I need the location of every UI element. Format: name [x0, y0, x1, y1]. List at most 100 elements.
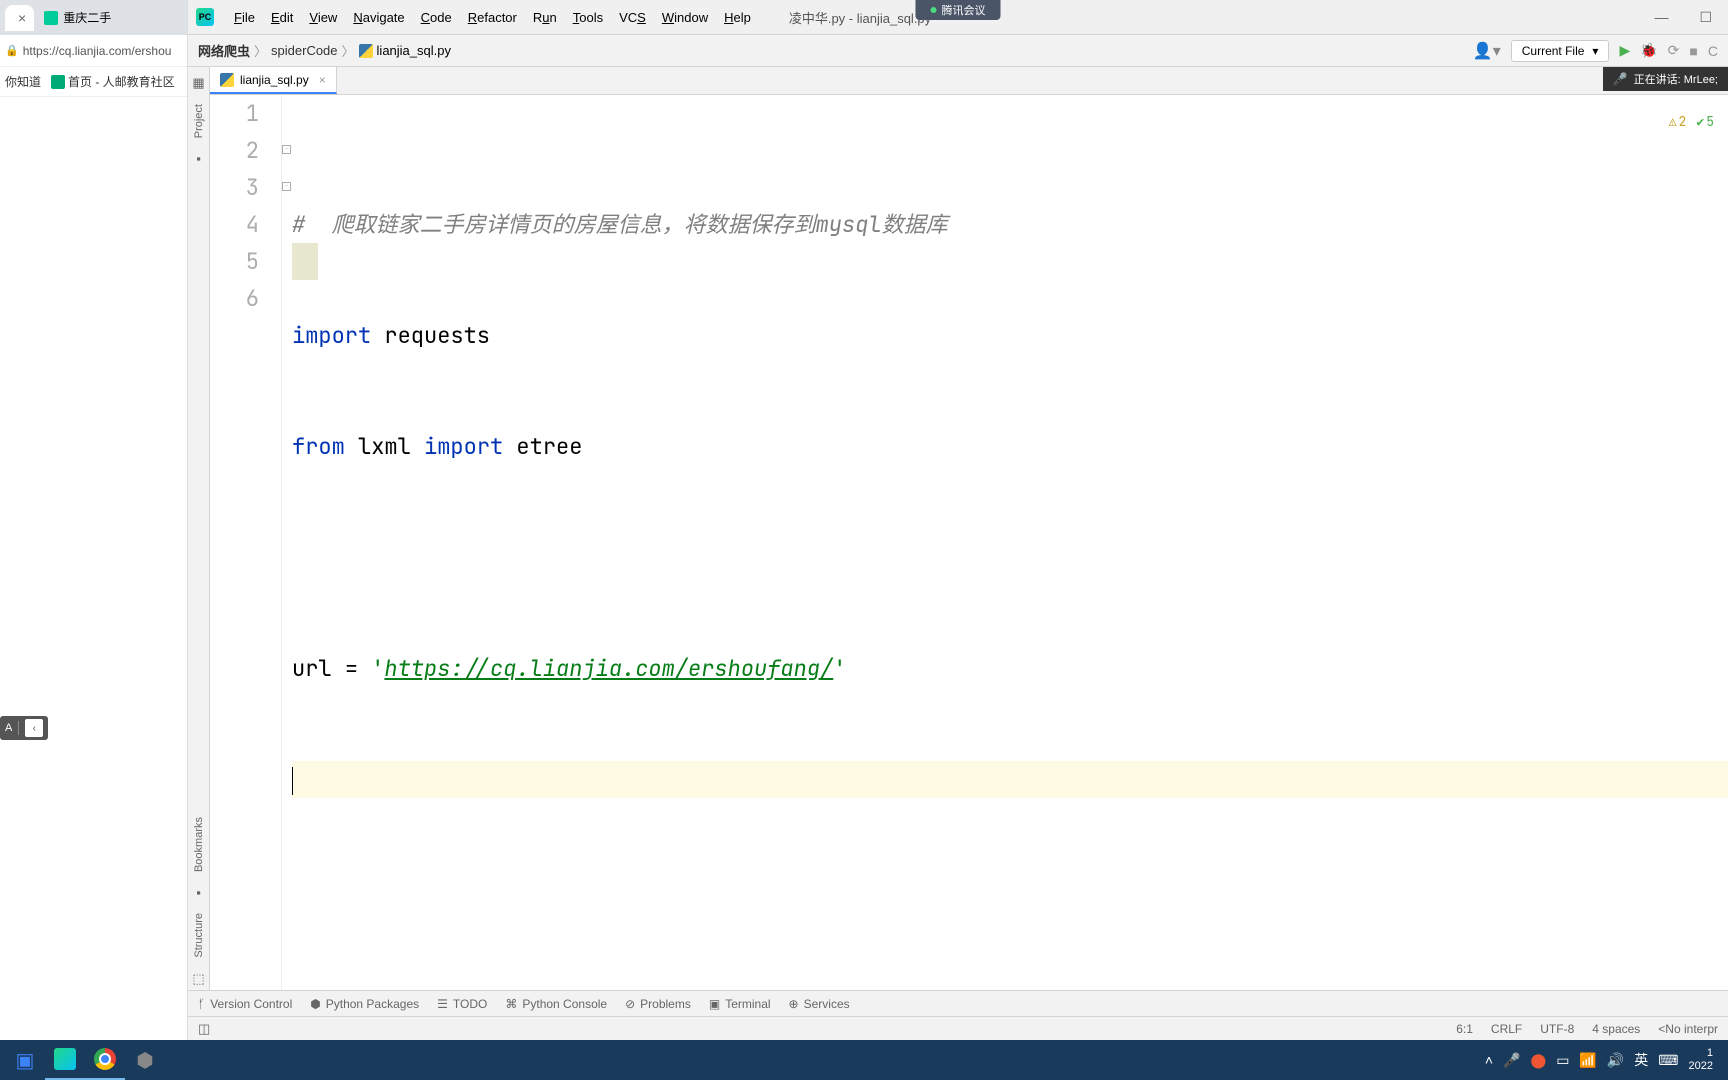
clock-date: 2022	[1689, 1060, 1713, 1073]
menu-refactor[interactable]: Refactor	[460, 6, 525, 29]
problems-tool[interactable]: ⊘ Problems	[625, 997, 691, 1011]
run-button[interactable]: ▶	[1619, 42, 1630, 59]
tray-battery-icon[interactable]: ▭	[1556, 1052, 1569, 1069]
line-number[interactable]: 4	[210, 206, 259, 243]
address-bar[interactable]: 🔒 https://cq.lianjia.com/ershou	[0, 35, 187, 67]
run-configuration-dropdown[interactable]: Current File ▾	[1511, 40, 1610, 62]
indent-setting[interactable]: 4 spaces	[1592, 1022, 1640, 1036]
code-editor[interactable]: ⚠ 2 ✔ 5 1 2 3 4 5 6	[210, 95, 1728, 990]
tool-windows-icon[interactable]: ◫	[198, 1021, 210, 1037]
separator	[18, 721, 19, 735]
tray-clock[interactable]: 1 2022	[1689, 1047, 1713, 1073]
tray-mic-icon[interactable]: 🎤	[1503, 1052, 1520, 1069]
code-content[interactable]: # 爬取链家二手房详情页的房屋信息，将数据保存到mysql数据库 import …	[282, 95, 1728, 990]
tray-keyboard-icon[interactable]: ⌨	[1658, 1052, 1678, 1069]
file-encoding[interactable]: UTF-8	[1540, 1022, 1574, 1036]
bookmarks-icon[interactable]: ▪	[196, 885, 201, 900]
speaking-indicator: 🎤 正在讲话: MrLee;	[1603, 67, 1728, 91]
breadcrumb-file[interactable]: lianjia_sql.py	[359, 43, 451, 58]
python-packages-tool[interactable]: ⬢ Python Packages	[310, 997, 419, 1011]
menu-navigate[interactable]: Navigate	[345, 6, 412, 29]
console-icon: ⌘	[505, 997, 517, 1011]
bookmark-item[interactable]: 首页 - 人邮教育社区	[51, 73, 175, 90]
terminal-icon: ▣	[709, 997, 720, 1011]
chevron-left-icon[interactable]: ‹	[25, 719, 43, 737]
menu-edit[interactable]: Edit	[263, 6, 301, 29]
tool-icon[interactable]: A	[5, 722, 12, 734]
line-number[interactable]: 2	[210, 132, 259, 169]
python-console-tool[interactable]: ⌘ Python Console	[505, 997, 607, 1011]
line-number[interactable]: 1	[210, 95, 259, 132]
browser-tab-1[interactable]: ×	[5, 5, 34, 31]
todo-tool[interactable]: ☰ TODO	[437, 997, 487, 1011]
menu-window[interactable]: Window	[654, 6, 716, 29]
debug-button[interactable]: 🐞	[1640, 42, 1657, 59]
tab-label: 重庆二手	[63, 9, 111, 26]
maximize-button[interactable]: ☐	[1691, 9, 1720, 26]
taskbar-app-other[interactable]: ⬢	[125, 1040, 165, 1080]
terminal-tool[interactable]: ▣ Terminal	[709, 997, 771, 1011]
keyword: import	[292, 321, 371, 350]
rerun-button[interactable]: ⟳	[1668, 42, 1680, 59]
meeting-indicator[interactable]: 腾讯会议	[916, 0, 1001, 20]
code-line-3: from lxml import etree	[292, 428, 1728, 465]
breadcrumb-root[interactable]: 网络爬虫	[198, 41, 250, 60]
menu-vcs[interactable]: VCS	[611, 6, 654, 29]
close-tab-icon[interactable]: ×	[319, 73, 326, 87]
tray-wifi-icon[interactable]: 📶	[1579, 1052, 1596, 1069]
bookmark-hint: 你知道	[5, 73, 41, 90]
tray-ime[interactable]: 英	[1634, 1050, 1648, 1070]
tray-chevron-up-icon[interactable]: ˄	[1485, 1052, 1493, 1068]
menu-code[interactable]: Code	[413, 6, 460, 29]
project-tool-button[interactable]: Project	[193, 104, 205, 138]
tray-security-icon[interactable]: ⬤	[1531, 1052, 1547, 1069]
tray-volume-icon[interactable]: 🔊	[1607, 1052, 1624, 1069]
structure-tool-button[interactable]: Structure	[193, 913, 205, 958]
breadcrumb-folder[interactable]: spiderCode	[271, 43, 338, 58]
speaking-text: 正在讲话: MrLee;	[1634, 71, 1718, 87]
string-quote: '	[833, 654, 846, 683]
taskbar-app-meeting[interactable]: ▣	[5, 1040, 45, 1080]
browser-float-toolbar[interactable]: A ‹	[0, 716, 48, 740]
menu-tools[interactable]: Tools	[565, 6, 611, 29]
cursor-position[interactable]: 6:1	[1456, 1022, 1473, 1036]
chevron-right-icon: 〉	[254, 41, 267, 60]
line-number[interactable]: 3	[210, 169, 259, 206]
browser-tab-2[interactable]: 重庆二手	[36, 4, 119, 31]
line-number-gutter: 1 2 3 4 5 6	[210, 95, 282, 990]
services-tool[interactable]: ⊕ Services	[789, 997, 850, 1011]
menu-view[interactable]: View	[301, 6, 345, 29]
menu-file[interactable]: File	[226, 6, 263, 29]
bookmarks-bar: 你知道 首页 - 人邮教育社区	[0, 67, 187, 97]
bottom-tool-strip: ᚶ Version Control ⬢ Python Packages ☰ TO…	[188, 990, 1728, 1016]
interpreter-status[interactable]: <No interpr	[1658, 1022, 1718, 1036]
taskbar-app-pycharm[interactable]	[45, 1040, 85, 1080]
tool-label: Python Packages	[326, 997, 419, 1011]
project-tool-icon[interactable]: ▦	[192, 75, 204, 91]
line-separator[interactable]: CRLF	[1491, 1022, 1522, 1036]
line-number[interactable]: 6	[210, 280, 259, 317]
editor-tab-active[interactable]: lianjia_sql.py ×	[210, 67, 337, 94]
structure-icon[interactable]: ⬚	[192, 971, 204, 987]
main-area: ▦ Project ▪ Bookmarks ▪ Structure ⬚ lian…	[188, 67, 1728, 990]
bookmarks-tool-button[interactable]: Bookmarks	[193, 817, 205, 872]
bookmark-label: 首页 - 人邮教育社区	[68, 73, 175, 90]
user-icon[interactable]: 👤▾	[1473, 41, 1501, 61]
taskbar-app-chrome[interactable]	[85, 1040, 125, 1080]
search-icon[interactable]: C	[1708, 43, 1718, 59]
module-name: lxml	[345, 432, 424, 461]
keyword: import	[424, 432, 503, 461]
minimize-button[interactable]: —	[1646, 9, 1676, 26]
url-text: https://cq.lianjia.com/ershou	[23, 44, 172, 58]
system-tray: ˄ 🎤 ⬤ ▭ 📶 🔊 英 ⌨ 1 2022	[1485, 1047, 1723, 1073]
folder-icon[interactable]: ▪	[196, 151, 201, 166]
version-control-tool[interactable]: ᚶ Version Control	[198, 997, 292, 1011]
menu-run[interactable]: Run	[525, 6, 565, 29]
stop-button[interactable]: ■	[1689, 43, 1697, 59]
line-number[interactable]: 5	[210, 243, 259, 280]
run-config-label: Current File	[1522, 44, 1585, 58]
python-file-icon	[220, 73, 234, 87]
menu-help[interactable]: Help	[716, 6, 759, 29]
close-icon[interactable]: ×	[18, 10, 26, 26]
tab-filename: lianjia_sql.py	[240, 73, 309, 87]
